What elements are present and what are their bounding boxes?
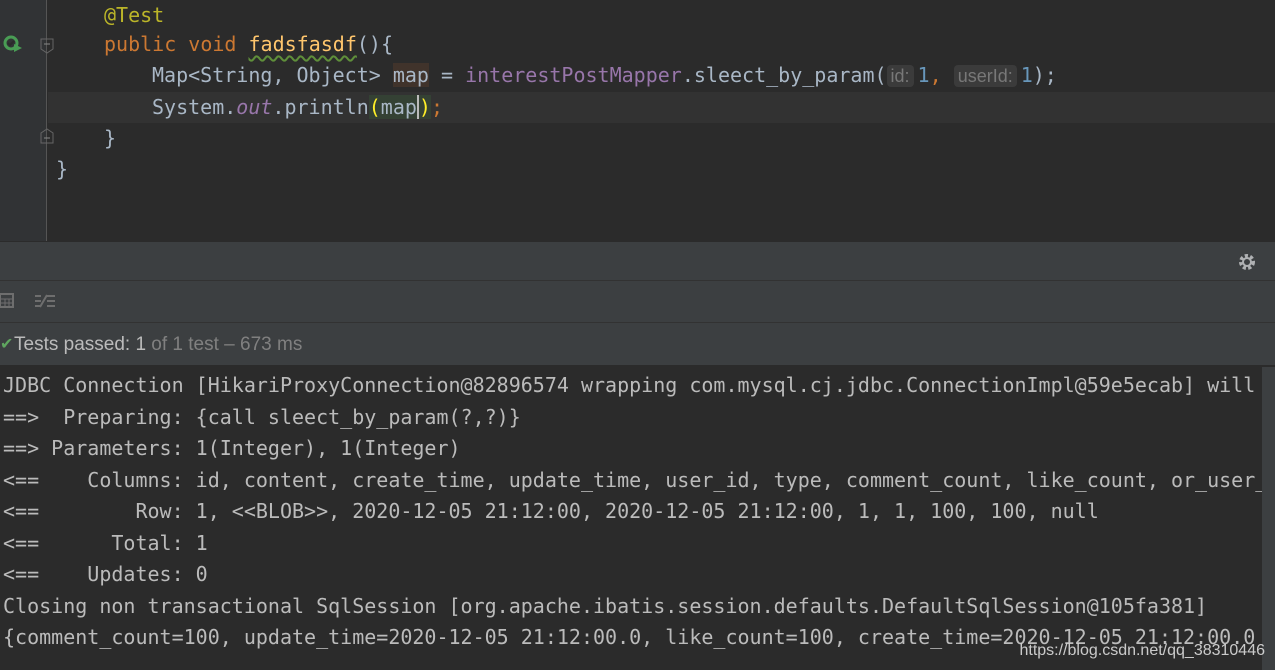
test-toolbar bbox=[0, 281, 1275, 323]
console-line: Closing non transactional SqlSession [or… bbox=[3, 594, 1208, 618]
param-hint: id: bbox=[886, 65, 914, 87]
console-line: <== Columns: id, content, create_time, u… bbox=[3, 468, 1262, 492]
code-line: @Test bbox=[104, 3, 165, 27]
run-test-icon[interactable] bbox=[3, 35, 23, 53]
test-status-bar: ✔ Tests passed: 1 of 1 test – 673 ms bbox=[0, 323, 1275, 366]
console-line: <== Total: 1 bbox=[3, 531, 208, 555]
console-line: <== Updates: 0 bbox=[3, 562, 208, 586]
sort-icon[interactable] bbox=[35, 293, 55, 309]
gear-icon[interactable] bbox=[1237, 252, 1257, 272]
code-line: System.out.println(map); bbox=[152, 95, 444, 119]
code-line: Map<String, Object> map = interestPostMa… bbox=[152, 63, 1057, 87]
console-line: ==> Parameters: 1(Integer), 1(Integer) bbox=[3, 436, 461, 460]
console-line: JDBC Connection [HikariProxyConnection@8… bbox=[3, 373, 1256, 397]
console-output[interactable]: JDBC Connection [HikariProxyConnection@8… bbox=[0, 367, 1262, 670]
gutter bbox=[0, 0, 54, 241]
fold-icon[interactable] bbox=[40, 38, 54, 54]
console-line: <== Row: 1, <<BLOB>>, 2020-12-05 21:12:0… bbox=[3, 499, 1099, 523]
watermark: https://blog.csdn.net/qq_38310446 bbox=[1019, 642, 1265, 659]
code-line: } bbox=[104, 126, 117, 150]
code-line: } bbox=[56, 157, 69, 181]
fold-end-icon[interactable] bbox=[40, 128, 54, 144]
check-icon: ✔ bbox=[0, 336, 14, 353]
code-line: public void fadsfasdf(){ bbox=[104, 32, 394, 56]
console-line: ==> Preparing: {call sleect_by_param(?,?… bbox=[3, 405, 521, 429]
code-editor[interactable]: @Test public void fadsfasdf(){ Map<Strin… bbox=[0, 0, 1275, 241]
param-hint: userId: bbox=[953, 65, 1017, 87]
tests-passed-label: Tests passed: 1 bbox=[14, 334, 147, 355]
table-icon[interactable] bbox=[0, 293, 14, 309]
method-name: fadsfasdf bbox=[248, 32, 357, 56]
tests-summary: of 1 test – 673 ms bbox=[146, 334, 303, 355]
console-scrollbar[interactable] bbox=[1262, 367, 1275, 670]
run-panel-header bbox=[0, 241, 1275, 281]
